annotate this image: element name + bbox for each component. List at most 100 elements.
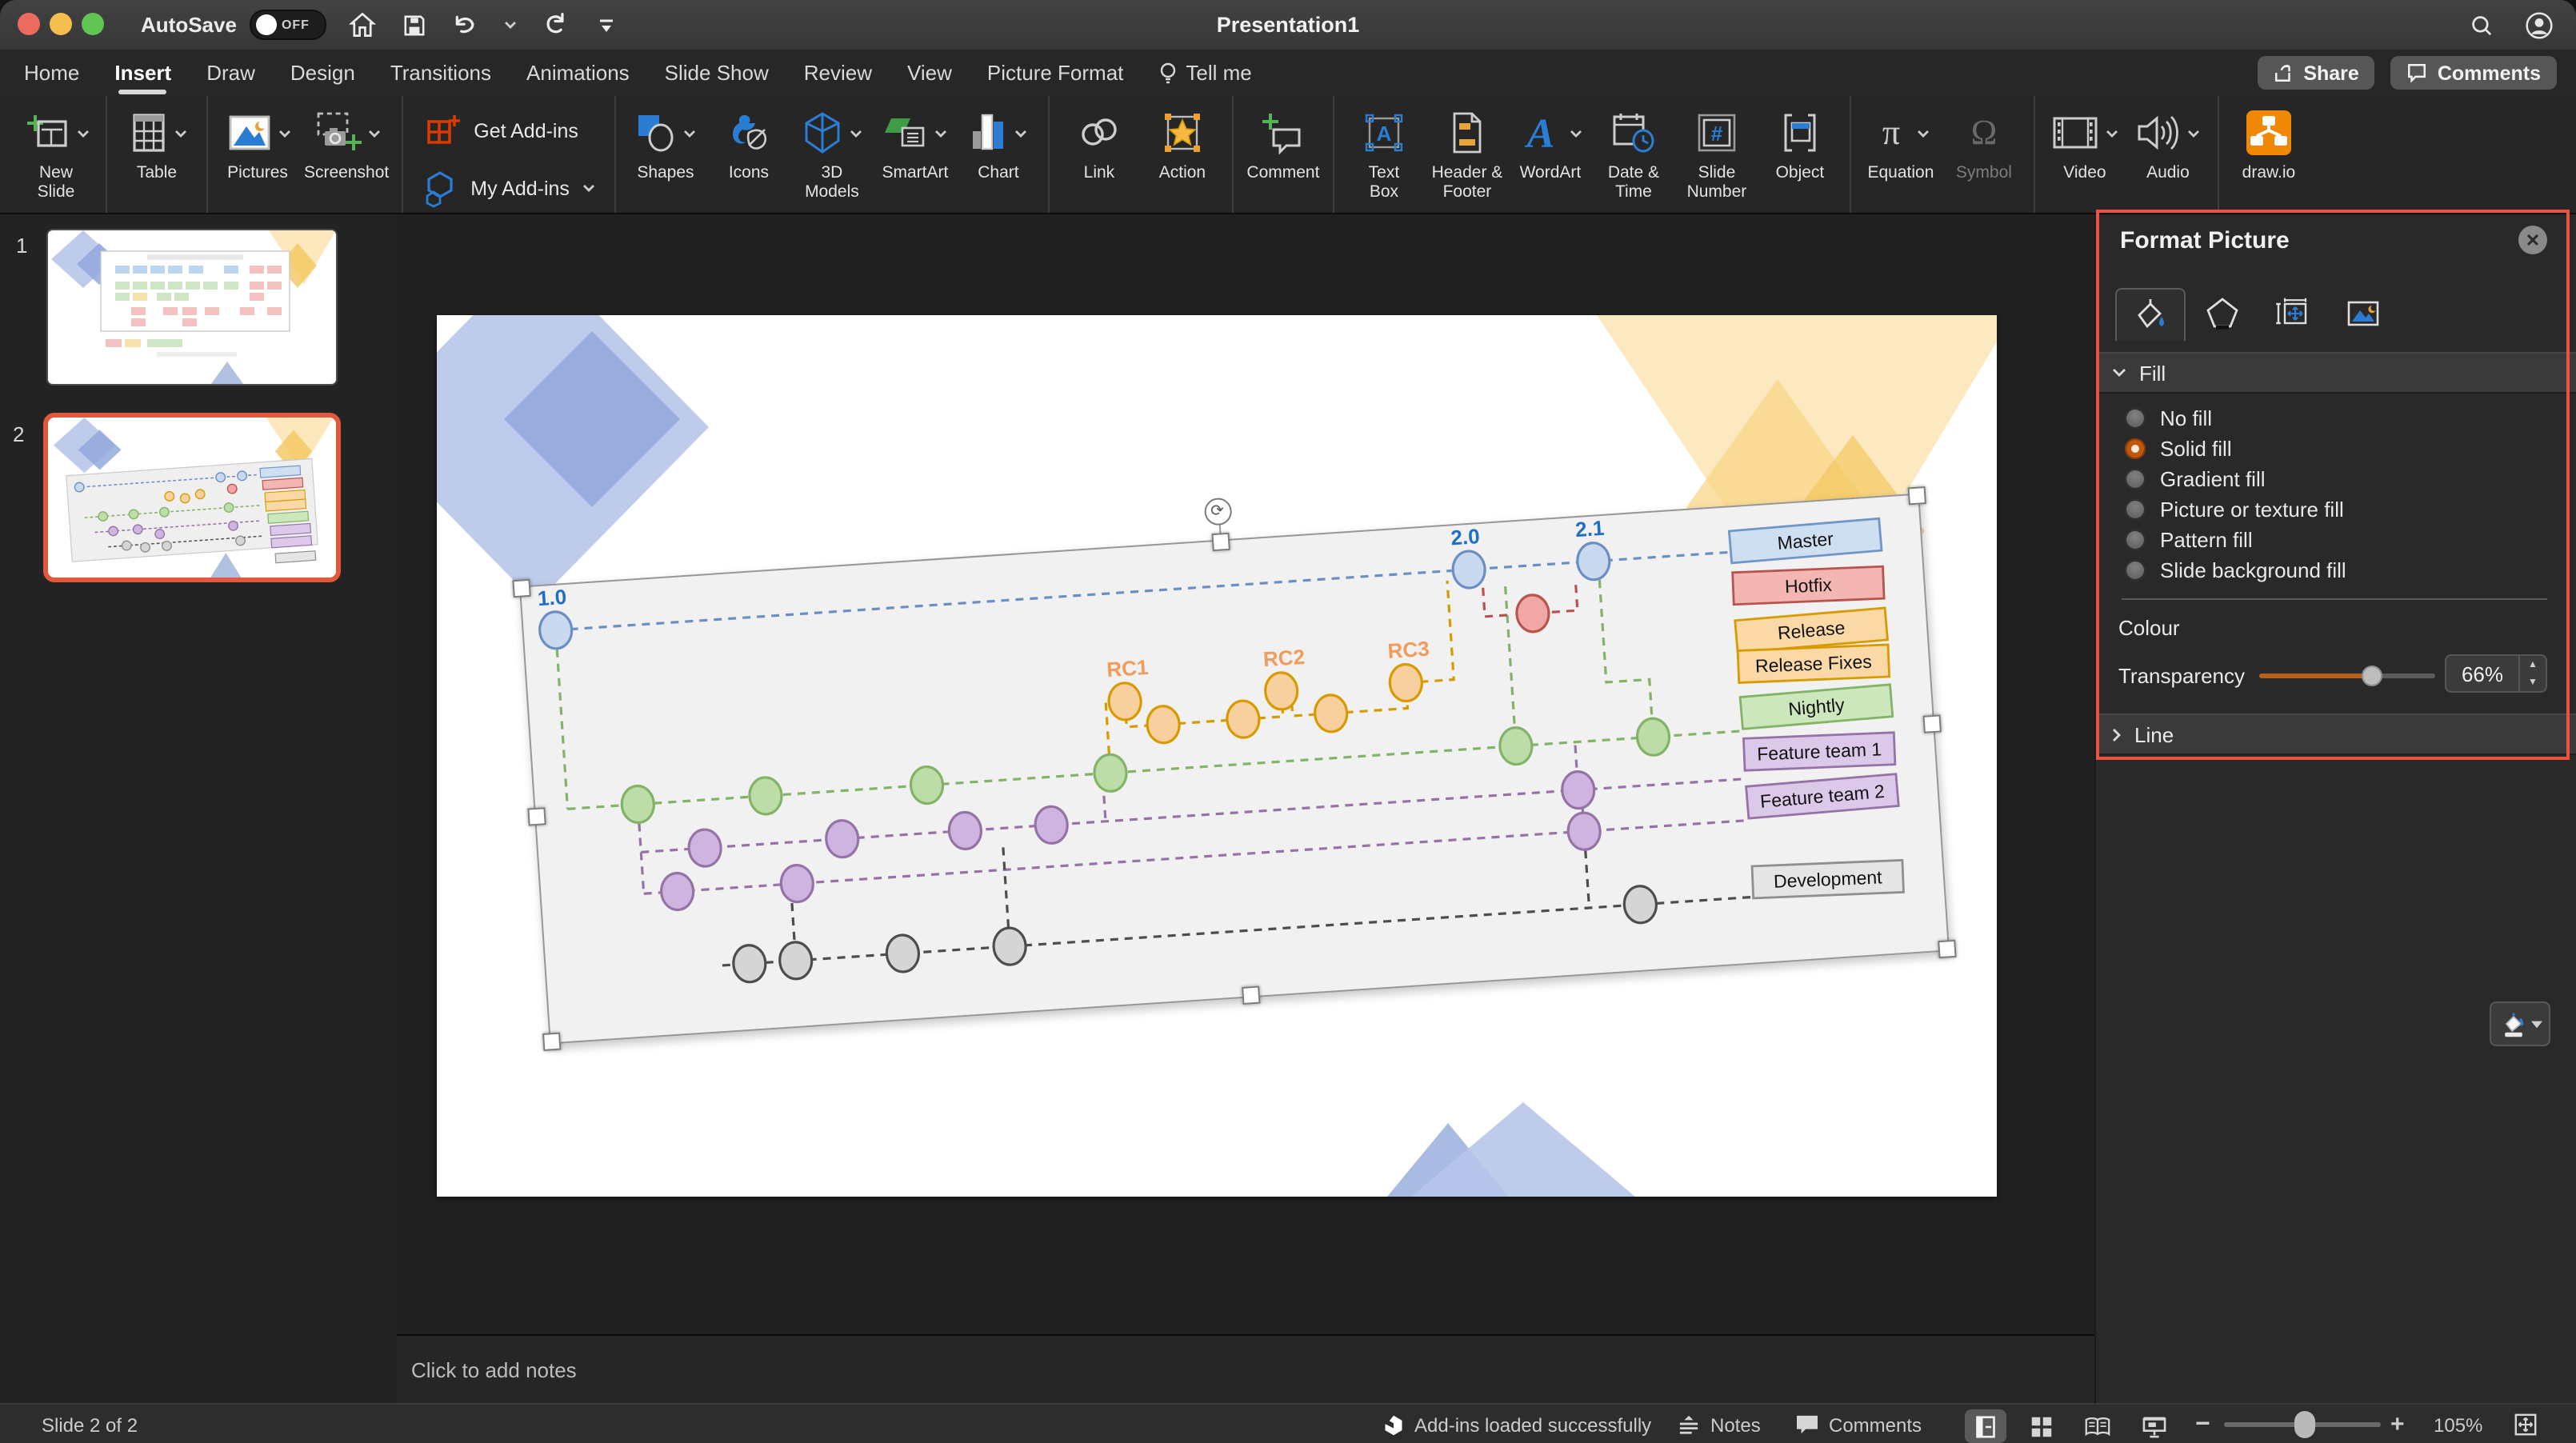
redo-icon[interactable] — [541, 10, 570, 39]
slide-2-editing-area[interactable]: 1.02.02.1RC1RC2RC3MasterHotfixReleaseRel… — [437, 315, 1997, 1197]
tab-fill-and-line[interactable] — [2115, 288, 2186, 341]
search-icon[interactable] — [2467, 10, 2496, 39]
ribbon-button-get-add-ins[interactable]: Get Add-ins — [422, 111, 578, 150]
ribbon-button-3d-models[interactable]: 3DModels — [790, 101, 874, 205]
transparency-step-up[interactable]: ▲ — [2520, 656, 2546, 674]
menu-tab-transitions[interactable]: Transitions — [373, 50, 509, 96]
fill-option-solid-fill[interactable]: Solid fill — [2096, 434, 2576, 464]
menu-tab-tell-me[interactable]: Tell me — [1141, 50, 1269, 96]
zoom-out-button[interactable]: − — [2195, 1405, 2210, 1443]
comments-button[interactable]: Comments — [2391, 56, 2557, 90]
resize-handle-middle-right[interactable] — [1922, 714, 1941, 732]
menu-tab-draw[interactable]: Draw — [189, 50, 273, 96]
menu-tab-home[interactable]: Home — [6, 50, 97, 96]
fill-option-picture-or-texture-fill[interactable]: Picture or texture fill — [2096, 494, 2576, 525]
ribbon-button-text-box[interactable]: ATextBox — [1342, 101, 1426, 205]
maximize-window-button[interactable] — [82, 13, 104, 35]
rotate-handle[interactable]: ⟳ — [1203, 498, 1232, 526]
menu-tab-animations[interactable]: Animations — [509, 50, 647, 96]
fill-option-pattern-fill[interactable]: Pattern fill — [2096, 525, 2576, 555]
slide-1-thumbnail[interactable] — [48, 230, 336, 384]
transparency-steppers[interactable]: ▲ ▼ — [2518, 656, 2546, 691]
ribbon-button-video[interactable]: Video — [2043, 101, 2126, 186]
ribbon-button-table[interactable]: Table — [115, 101, 198, 186]
close-window-button[interactable] — [18, 13, 40, 35]
radio-unselected[interactable] — [2125, 408, 2146, 429]
ribbon-button-my-add-ins[interactable]: My Add-ins — [422, 169, 595, 207]
panel-close-button[interactable]: ✕ — [2518, 226, 2547, 254]
fill-option-gradient-fill[interactable]: Gradient fill — [2096, 464, 2576, 494]
tab-picture[interactable] — [2330, 288, 2397, 339]
ribbon-button-shapes[interactable]: Shapes — [624, 101, 707, 186]
transparency-value-box[interactable]: 66% ▲ ▼ — [2445, 654, 2547, 693]
radio-selected[interactable] — [2125, 438, 2146, 459]
ribbon-button-audio[interactable]: Audio — [2126, 101, 2210, 186]
transparency-slider[interactable] — [2259, 674, 2435, 678]
fill-option-no-fill[interactable]: No fill — [2096, 403, 2576, 434]
slide-sorter-view-button[interactable] — [2021, 1409, 2062, 1443]
ribbon-button-new-slide[interactable]: NewSlide — [14, 101, 98, 205]
zoom-slider[interactable] — [2224, 1422, 2381, 1427]
resize-handle-top-left[interactable] — [512, 579, 530, 598]
menu-tab-view[interactable]: View — [890, 50, 970, 96]
reading-view-button[interactable] — [2077, 1409, 2118, 1443]
slideshow-view-button[interactable] — [2133, 1409, 2174, 1443]
ribbon-button-header-footer[interactable]: Header &Footer — [1426, 101, 1509, 205]
ribbon-button-slide-number[interactable]: #SlideNumber — [1675, 101, 1758, 205]
radio-unselected[interactable] — [2125, 469, 2146, 490]
radio-unselected[interactable] — [2125, 530, 2146, 550]
ribbon-button-smartart[interactable]: SmartArt — [874, 101, 957, 186]
transparency-slider-thumb[interactable] — [2362, 666, 2383, 686]
home-icon[interactable] — [349, 10, 378, 39]
autosave-control[interactable]: AutoSave OFF — [141, 10, 326, 40]
menu-tab-picture-format[interactable]: Picture Format — [970, 50, 1142, 96]
zoom-slider-thumb[interactable] — [2294, 1411, 2315, 1438]
resize-handle-middle-left[interactable] — [527, 806, 546, 825]
colour-picker-button[interactable] — [2490, 1001, 2550, 1046]
notes-toggle[interactable]: Notes — [1677, 1405, 1761, 1443]
ribbon-button-pictures[interactable]: Pictures — [216, 101, 299, 186]
fit-slide-to-window-button[interactable] — [2514, 1405, 2538, 1443]
tab-effects[interactable] — [2189, 288, 2256, 339]
selected-picture-git-diagram[interactable]: 1.02.02.1RC1RC2RC3MasterHotfixReleaseRel… — [519, 494, 1950, 1045]
ribbon-button-screenshot[interactable]: Screenshot — [299, 101, 394, 186]
zoom-in-button[interactable]: + — [2390, 1405, 2405, 1443]
menu-tab-slide-show[interactable]: Slide Show — [647, 50, 786, 96]
ribbon-button-equation[interactable]: πEquation — [1859, 101, 1942, 186]
ribbon-button-icons[interactable]: Icons — [707, 101, 790, 186]
account-icon[interactable] — [2525, 10, 2554, 39]
transparency-step-down[interactable]: ▼ — [2520, 674, 2546, 691]
tab-size-and-position[interactable] — [2259, 288, 2326, 339]
radio-unselected[interactable] — [2125, 499, 2146, 520]
undo-dropdown-chevron-icon[interactable] — [502, 10, 518, 39]
resize-handle-top-center[interactable] — [1210, 533, 1229, 551]
normal-view-button[interactable] — [1965, 1409, 2006, 1443]
ribbon-button-draw-io[interactable]: draw.io — [2227, 101, 2310, 186]
resize-handle-bottom-left[interactable] — [542, 1033, 561, 1051]
line-section-header[interactable]: Line — [2096, 714, 2576, 755]
resize-handle-bottom-right[interactable] — [1938, 940, 1956, 958]
undo-icon[interactable] — [451, 10, 480, 39]
slide-2-thumbnail[interactable] — [43, 413, 341, 582]
ribbon-button-comment[interactable]: Comment — [1242, 101, 1325, 186]
menu-tab-design[interactable]: Design — [273, 50, 373, 96]
ribbon-button-action[interactable]: Action — [1141, 101, 1224, 186]
ribbon-button-chart[interactable]: Chart — [957, 101, 1040, 186]
fill-option-slide-background-fill[interactable]: Slide background fill — [2096, 555, 2576, 586]
autosave-toggle[interactable]: OFF — [250, 10, 326, 40]
comments-toggle[interactable]: Comments — [1795, 1405, 1922, 1443]
ribbon-button-date-time[interactable]: Date &Time — [1592, 101, 1675, 205]
ribbon-button-object[interactable]: Object — [1758, 101, 1842, 186]
fill-section-header[interactable]: Fill — [2096, 352, 2576, 394]
resize-handle-top-right[interactable] — [1908, 486, 1926, 505]
menu-tab-review[interactable]: Review — [786, 50, 890, 96]
customize-quick-access-icon[interactable] — [592, 10, 621, 39]
resize-handle-bottom-center[interactable] — [1241, 986, 1259, 1005]
menu-tab-insert[interactable]: Insert — [97, 50, 189, 96]
radio-unselected[interactable] — [2125, 560, 2146, 581]
ribbon-button-link[interactable]: Link — [1058, 101, 1141, 186]
save-icon[interactable] — [400, 10, 429, 39]
share-button[interactable]: Share — [2257, 56, 2375, 90]
ribbon-button-wordart[interactable]: AWordArt — [1509, 101, 1592, 186]
notes-pane[interactable]: Click to add notes — [397, 1334, 2094, 1403]
